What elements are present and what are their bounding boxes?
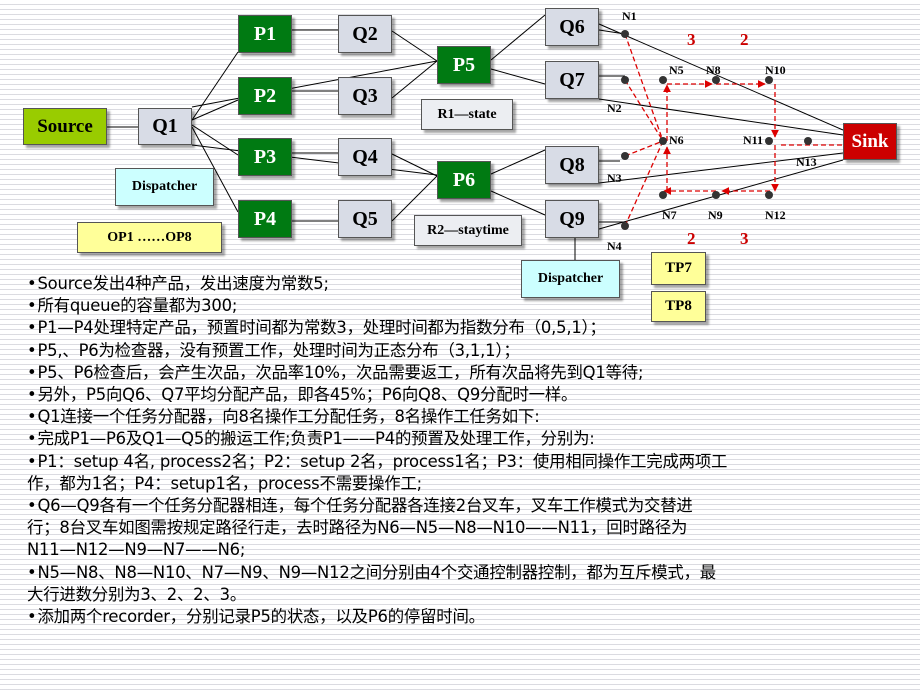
node-label-n11: N11 [743,133,763,147]
note-item: 所有queue的容量都为300; [27,295,897,317]
nodes [621,30,812,230]
note-item: N5—N8、N8—N10、N7—N9、N9—N12之间分别由4个交通控制器控制，… [27,562,897,584]
queue-q2[interactable]: Q2 [338,15,392,53]
note-item: 另外，P5向Q6、Q7平均分配产品，即各45%；P6向Q8、Q9分配时一样。 [27,384,897,406]
note-item: P5,、P6为检查器，没有预置工作，处理时间为正态分布（3,1,1）； [27,340,897,362]
node-n11[interactable] [765,137,773,145]
node-label-n1: N1 [622,9,637,23]
queue-q1[interactable]: Q1 [138,108,192,145]
node-n10[interactable] [765,76,773,84]
source-block[interactable]: Source [23,108,107,145]
node-n3[interactable] [621,152,629,160]
queue-q3[interactable]: Q3 [338,77,392,115]
queue-q8[interactable]: Q8 [545,146,599,184]
node-label-n9: N9 [708,208,723,222]
node-label-n12: N12 [765,208,786,222]
path-n4-n6 [624,140,664,227]
notes-list: Source发出4种产品，发出速度为常数5;所有queue的容量都为300;P1… [27,273,897,628]
note-item: P1—P4处理特定产品，预置时间都为常数3，处理时间都为指数分布（0,5,1）； [27,317,897,339]
link-q2-p5 [391,30,438,62]
link-q1-p5-return [191,60,438,108]
link-p5-q6 [490,14,546,61]
queue-q7[interactable]: Q7 [545,61,599,99]
node-label-n4: N4 [607,239,622,253]
node-n5[interactable] [659,76,667,84]
link-q7-sink [598,98,844,136]
node-n8[interactable] [712,76,720,84]
note-continuation: 行；8台叉车如图需按规定路径行走，去时路径为N6—N5—N8—N10——N11，… [27,518,688,538]
queue-q5[interactable]: Q5 [338,200,392,238]
flow-diagram: N1 N2 N3 N4 N5 N6 N7 N8 N9 N10 N11 N12 N… [0,0,920,322]
node-n7[interactable] [659,191,667,199]
node-label-n3: N3 [607,171,622,185]
note-item: Source发出4种产品，发出速度为常数5; [27,273,897,295]
processor-p6[interactable]: P6 [437,161,491,199]
node-labels: N1 N2 N3 N4 N5 N6 N7 N8 N9 N10 N11 N12 N… [607,9,817,253]
node-n4[interactable] [621,222,629,230]
limit-n8-n10: 2 [740,30,749,49]
note-item: P5、P6检查后，会产生次品，次品率10%，次品需要返工，所有次品将先到Q1等待… [27,362,897,384]
note-continuation: 作，都为1名；P4：setup1名，process不需要操作工; [27,473,422,493]
processor-p2[interactable]: P2 [238,77,292,115]
link-q3-p5 [391,60,438,99]
recorder-r1[interactable]: R1—state [421,99,513,130]
link-p5-q7 [490,68,546,85]
processor-p4[interactable]: P4 [238,200,292,238]
dispatcher-q1[interactable]: Dispatcher [115,168,214,206]
node-label-n5: N5 [669,63,684,77]
queue-q9[interactable]: Q9 [545,200,599,238]
link-p6-q8 [490,149,546,175]
link-p6-q9 [490,190,546,216]
queue-q6[interactable]: Q6 [545,8,599,46]
note-item: Q1连接一个任务分配器，向8名操作工分配任务，8名操作工任务如下: [27,406,897,428]
node-n1[interactable] [621,30,629,38]
processor-p5[interactable]: P5 [437,46,491,84]
node-label-n10: N10 [765,63,786,77]
link-q6-sink [598,23,844,131]
processor-p3[interactable]: P3 [238,138,292,176]
path-n3-n6 [624,140,664,157]
node-label-n13: N13 [796,155,817,169]
note-item: P1：setup 4名, process2名；P2：setup 2名，proce… [27,451,897,473]
node-label-n2: N2 [607,101,622,115]
node-label-n7: N7 [662,208,677,222]
node-n2[interactable] [621,76,629,84]
node-n12[interactable] [765,191,773,199]
path-n1-n6 [624,33,664,142]
link-q1-p6-return [191,144,438,176]
note-item: 完成P1—P6及Q1—Q5的搬运工作;负责P1——P4的预置及处理工作，分别为: [27,428,897,450]
note-continuation: 大行进数分别为3、2、2、3。 [27,584,247,604]
note-item: 添加两个recorder，分别记录P5的状态，以及P6的停留时间。 [27,606,897,628]
limit-n9-n12: 3 [740,229,749,248]
note-item: Q6—Q9各有一个任务分配器相连，每个任务分配器各连接2台叉车，叉车工作模式为交… [27,495,897,517]
limit-n7-n9: 2 [687,229,696,248]
recorder-r2[interactable]: R2—staytime [414,215,522,246]
node-n6[interactable] [659,137,667,145]
processor-p1[interactable]: P1 [238,15,292,53]
note-continuation: N11—N12—N9—N7——N6; [27,540,246,560]
queue-q4[interactable]: Q4 [338,138,392,176]
node-n13[interactable] [804,137,812,145]
node-label-n8: N8 [706,63,721,77]
limit-n5-n8: 3 [687,30,696,49]
sink-block[interactable]: Sink [843,123,897,160]
node-n9[interactable] [712,191,720,199]
operators-block[interactable]: OP1 ……OP8 [77,222,222,253]
node-label-n6: N6 [669,133,684,147]
